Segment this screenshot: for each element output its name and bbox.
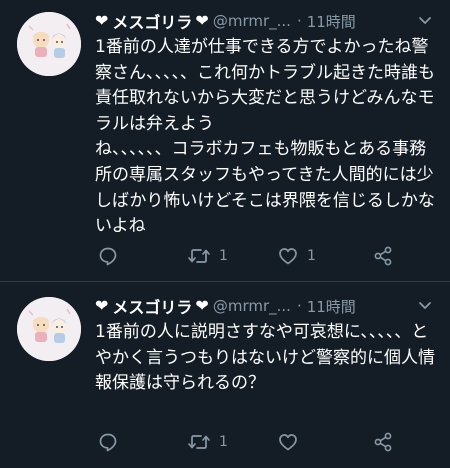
retweet-icon xyxy=(187,245,211,267)
name-heart-left: ❤ xyxy=(95,11,109,30)
timestamp[interactable]: 11時間 xyxy=(307,11,356,32)
heart-icon xyxy=(277,245,299,267)
name-heart-right: ❤ xyxy=(195,11,209,30)
retweet-count: 1 xyxy=(219,248,228,264)
retweet-button[interactable]: 1 xyxy=(187,244,228,268)
share-button[interactable] xyxy=(372,430,394,454)
timeline: ❤ メスゴリラ ❤ @mrmr_... · 11時間 1番前の人達が仕事できる方… xyxy=(0,0,450,468)
reply-icon xyxy=(97,431,119,453)
tweet-actions: 1 xyxy=(97,430,397,454)
name-heart-left: ❤ xyxy=(95,296,109,315)
like-button[interactable]: 1 xyxy=(277,244,316,268)
share-icon xyxy=(372,431,394,453)
like-button[interactable] xyxy=(277,430,307,454)
like-count: 1 xyxy=(307,248,316,264)
reply-button[interactable] xyxy=(97,430,127,454)
tweet-header: ❤ メスゴリラ ❤ @mrmr_... · 11時間 xyxy=(95,294,440,318)
chevron-down-icon[interactable] xyxy=(416,11,434,29)
tweet-text: 1番前の人に説明さすなや可哀想に、、、、、とやかく言うつもりはないけど警察的に個… xyxy=(95,322,435,394)
display-name[interactable]: メスゴリラ xyxy=(112,9,192,33)
tweet-text: 1番前の人達が仕事できる方でよかったね警察さん、、、、、これ何かトラブル起きた時… xyxy=(95,37,435,237)
avatar[interactable] xyxy=(17,12,81,76)
tweet[interactable]: ❤ メスゴリラ ❤ @mrmr_... · 11時間 1番前の人達が仕事できる方… xyxy=(0,0,450,282)
reply-icon xyxy=(97,245,119,267)
tweet-divider xyxy=(0,281,450,282)
retweet-button[interactable]: 1 xyxy=(187,430,228,454)
chevron-down-icon[interactable] xyxy=(416,296,434,314)
tweet-actions: 1 1 xyxy=(97,244,397,268)
tweet[interactable]: ❤ メスゴリラ ❤ @mrmr_... · 11時間 1番前の人に説明さすなや可… xyxy=(0,283,450,468)
retweet-count: 1 xyxy=(219,434,228,450)
separator-dot: · xyxy=(296,12,302,30)
avatar[interactable] xyxy=(17,297,81,361)
user-handle[interactable]: @mrmr_... xyxy=(213,12,291,30)
share-button[interactable] xyxy=(372,244,394,268)
retweet-icon xyxy=(187,431,211,453)
reply-button[interactable] xyxy=(97,244,127,268)
timestamp[interactable]: 11時間 xyxy=(307,296,356,317)
display-name[interactable]: メスゴリラ xyxy=(112,294,192,318)
heart-icon xyxy=(277,431,299,453)
user-handle[interactable]: @mrmr_... xyxy=(213,297,291,315)
name-heart-right: ❤ xyxy=(195,296,209,315)
separator-dot: · xyxy=(296,297,302,315)
tweet-header: ❤ メスゴリラ ❤ @mrmr_... · 11時間 xyxy=(95,9,440,33)
share-icon xyxy=(372,245,394,267)
